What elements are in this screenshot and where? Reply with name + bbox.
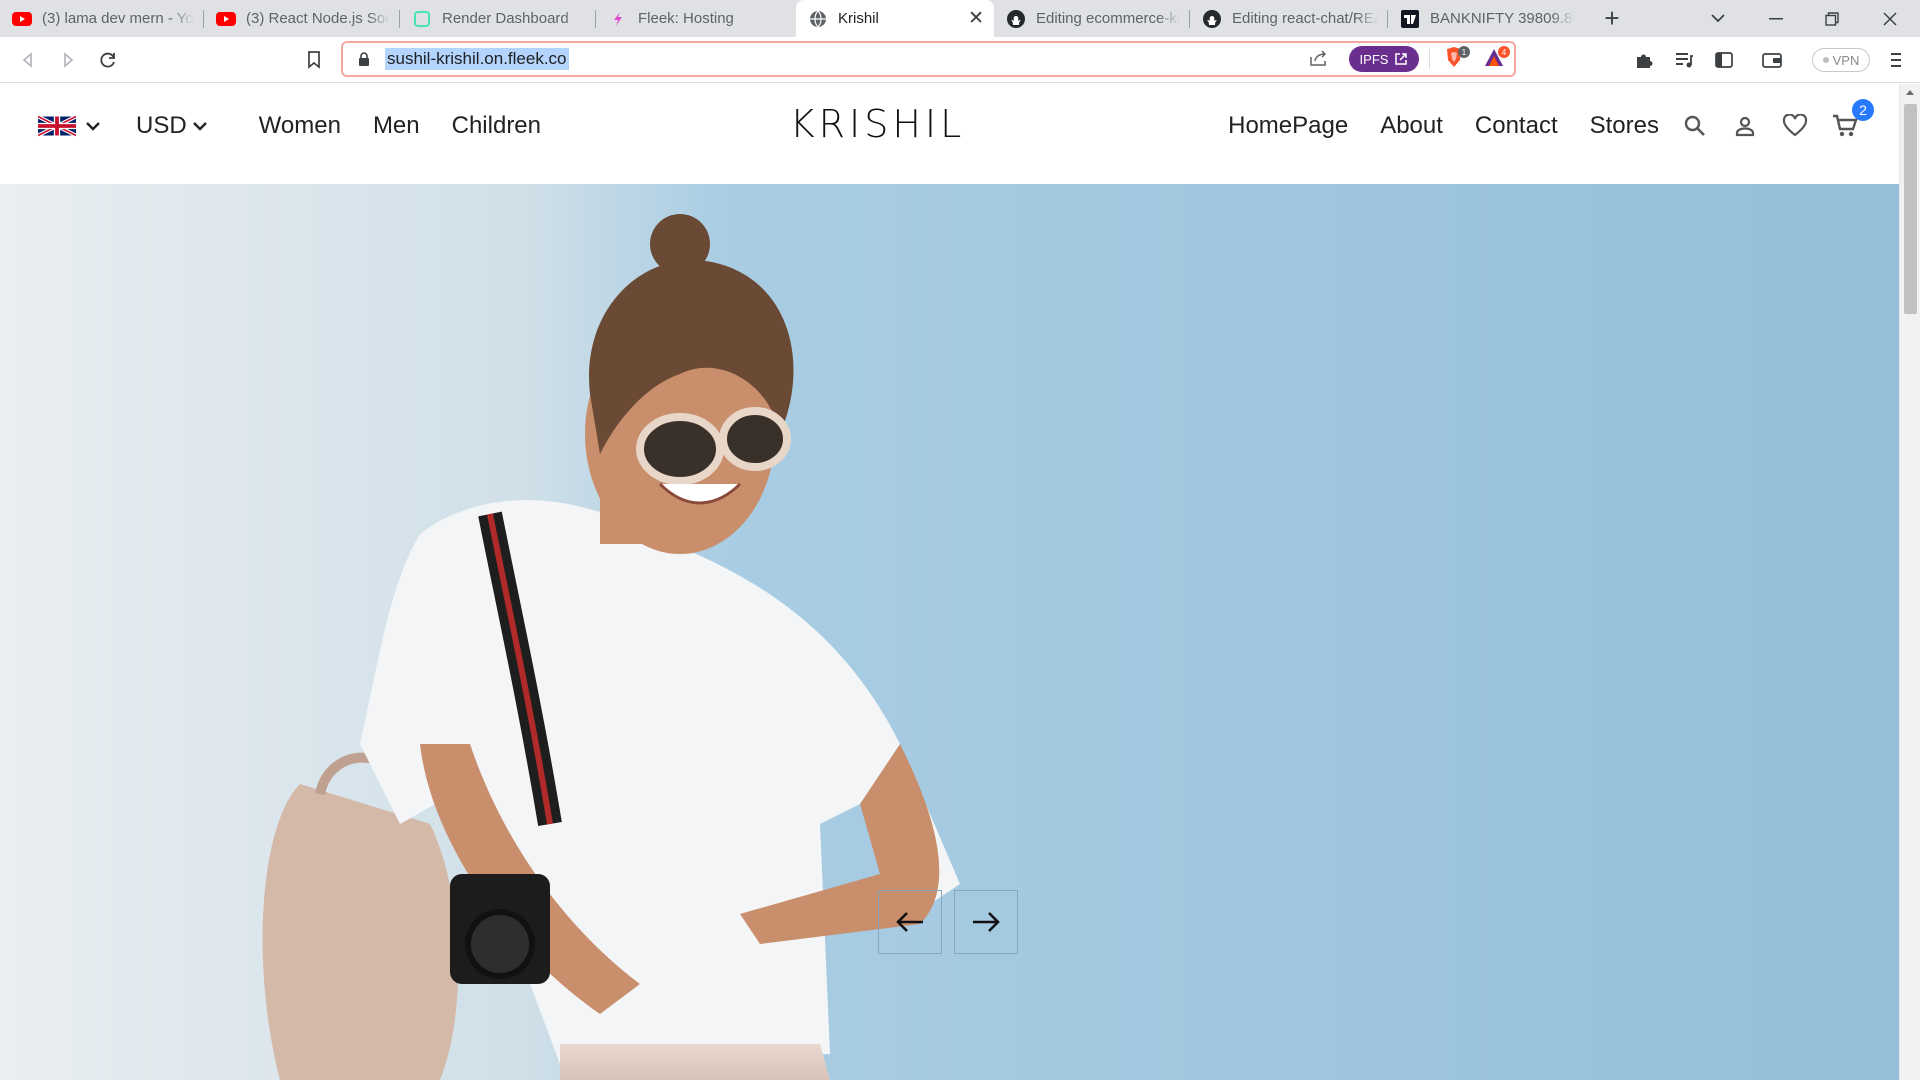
slider-controls [878,890,1018,954]
tradingview-icon [1400,9,1420,29]
tab-title: (3) lama dev mern - Yo [42,10,194,27]
site-header: USD Women Men Children KRISHIL HomePage … [0,84,1899,184]
reload-button[interactable] [92,44,124,76]
tab-title: (3) React Node.js Socia [246,10,390,27]
ipfs-button[interactable]: IPFS [1349,46,1419,72]
vpn-label: VPN [1832,52,1860,68]
prev-slide-button[interactable] [878,890,942,954]
browser-tab[interactable]: (3) React Node.js Socia [204,0,400,37]
page-scrollbar[interactable] [1899,84,1920,1080]
header-icons: 2 [1680,99,1874,146]
lock-icon[interactable] [358,52,370,71]
browser-tab-strip: (3) lama dev mern - Yo (3) React Node.js… [0,0,1920,37]
address-bar[interactable]: sushil-krishil.on.fleek.co IPFS 1 4 [341,41,1516,77]
youtube-icon [12,9,32,29]
tab-title: Editing react-chat/REA [1232,10,1378,27]
cart-icon[interactable]: 2 [1830,99,1874,141]
nav-link-stores[interactable]: Stores [1590,112,1659,140]
github-icon [1202,9,1222,29]
browser-toolbar: sushil-krishil.on.fleek.co IPFS 1 4 VPN [0,37,1920,83]
heart-icon[interactable] [1780,111,1810,141]
arrow-right-icon [973,912,1000,932]
brave-shields-icon[interactable]: 1 [1443,46,1473,77]
browser-tab-active[interactable]: Krishil ✕ [796,0,994,37]
render-icon [412,9,432,29]
brave-rewards-icon[interactable]: 4 [1483,46,1513,77]
extensions-icon[interactable] [1628,44,1660,76]
menu-icon[interactable] [1880,44,1912,76]
url-text[interactable]: sushil-krishil.on.fleek.co [385,48,569,70]
fleek-icon [608,9,628,29]
nav-link-homepage[interactable]: HomePage [1228,112,1348,140]
ipfs-label: IPFS [1359,51,1389,67]
scroll-up-arrow[interactable] [1906,90,1914,95]
hero-slider [0,184,1899,1080]
search-icon[interactable] [1680,111,1710,141]
github-icon [1006,9,1026,29]
svg-text:1: 1 [1462,48,1467,57]
tab-title: Render Dashboard [442,10,569,27]
minimize-button[interactable] [1754,0,1798,37]
browser-tab[interactable]: Render Dashboard [400,0,596,37]
page-viewport: USD Women Men Children KRISHIL HomePage … [0,84,1920,1080]
new-tab-button[interactable]: + [1590,0,1634,37]
cart-count-badge: 2 [1852,99,1874,121]
svg-text:4: 4 [1502,48,1507,57]
page-links: HomePage About Contact Stores [1228,104,1659,148]
browser-tab[interactable]: Fleek: Hosting [596,0,796,37]
globe-icon [808,9,828,29]
arrow-left-icon [896,912,923,932]
nav-link-contact[interactable]: Contact [1475,112,1558,140]
wallet-icon[interactable] [1756,44,1788,76]
external-link-icon [1395,53,1408,65]
restore-button[interactable] [1810,0,1854,37]
browser-tab[interactable]: BANKNIFTY 39809.80 ▲ [1388,0,1584,37]
share-icon[interactable] [1309,49,1329,72]
vpn-toggle[interactable]: VPN [1812,48,1870,72]
tab-title: BANKNIFTY 39809.80 ▲ [1430,10,1574,27]
scrollbar-thumb[interactable] [1904,104,1917,314]
browser-tab[interactable]: Editing ecommerce-kr [994,0,1190,37]
close-window-button[interactable] [1868,0,1912,37]
close-tab-icon[interactable]: ✕ [968,7,984,30]
tab-title: Fleek: Hosting [638,10,734,27]
browser-tab[interactable]: (3) lama dev mern - Yo [0,0,204,37]
bookmark-icon[interactable] [298,44,330,76]
tab-search-icon[interactable] [1696,0,1740,37]
user-icon[interactable] [1730,111,1760,141]
tab-title: Krishil [838,10,879,27]
youtube-icon [216,9,236,29]
sidebar-icon[interactable] [1708,44,1740,76]
back-button[interactable] [12,44,44,76]
tab-title: Editing ecommerce-kr [1036,10,1180,27]
browser-tab[interactable]: Editing react-chat/REA [1190,0,1388,37]
forward-button[interactable] [52,44,84,76]
playlist-icon[interactable] [1668,44,1700,76]
nav-link-about[interactable]: About [1380,112,1443,140]
next-slide-button[interactable] [954,890,1018,954]
